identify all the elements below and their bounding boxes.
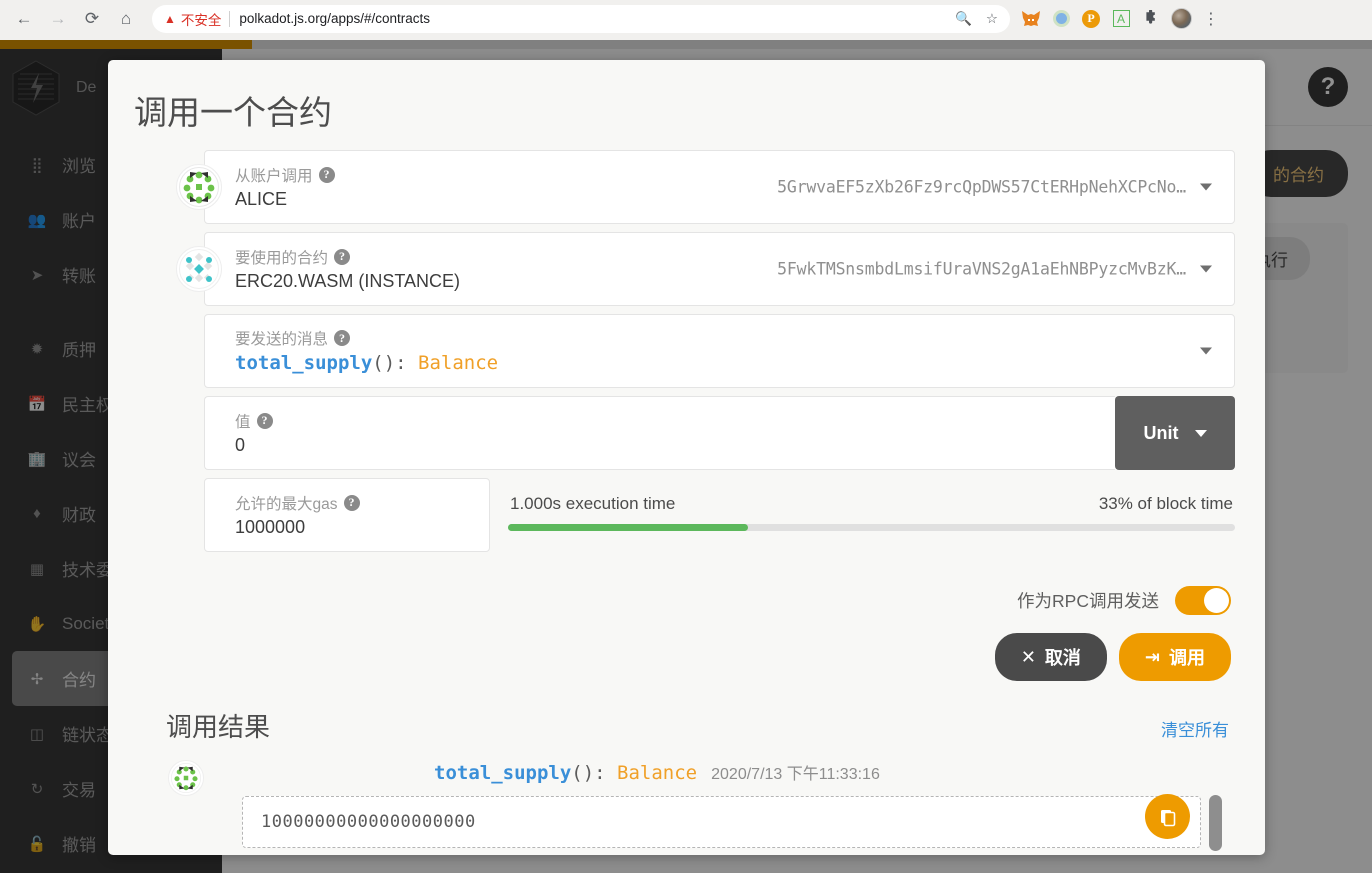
three-dots-menu-icon[interactable]: ⋮ <box>1196 4 1226 34</box>
result-identicon <box>168 760 204 796</box>
home-icon[interactable]: ⌂ <box>110 3 142 35</box>
help-icon[interactable]: ? <box>334 330 351 346</box>
polkadot-extension-icon[interactable]: P <box>1076 4 1106 34</box>
unit-label: Unit <box>1143 422 1179 443</box>
value-input[interactable]: 0 <box>235 435 1115 456</box>
toggle-knob <box>1204 588 1229 613</box>
extension-toolbar: P A ⋮ <box>1016 4 1226 34</box>
address-bar[interactable]: ▲ 不安全 polkadot.js.org/apps/#/contracts 🔍… <box>152 4 1010 33</box>
forward-icon[interactable]: → <box>42 3 74 35</box>
rpc-toggle-label: 作为RPC调用发送 <box>1017 591 1159 611</box>
gas-meter-labels: 1.000s execution time 33% of block time <box>508 494 1235 524</box>
copy-icon[interactable] <box>1145 794 1190 839</box>
call-results-title: 调用结果 <box>166 712 271 742</box>
value-label: 值 ? <box>235 410 1115 432</box>
cancel-button[interactable]: ✕ 取消 <box>994 633 1107 681</box>
omnibox-divider <box>229 10 231 27</box>
help-icon[interactable]: ? <box>256 412 273 429</box>
result-body: total_supply(): Balance 2020/7/13 下午11:3… <box>214 760 1233 851</box>
value-field[interactable]: 值 ? 0 <box>204 396 1115 470</box>
execution-time-label: 1.000s execution time <box>510 494 676 513</box>
rpc-toggle-switch[interactable] <box>1175 586 1231 615</box>
message-signature: total_supply(): Balance <box>235 352 1234 374</box>
chevron-down-icon[interactable] <box>1200 347 1212 355</box>
cancel-label: 取消 <box>1044 648 1081 668</box>
profile-avatar[interactable] <box>1166 4 1196 34</box>
from-account-row: 从账户调用 ? ALICE 5GrwvaEF5zXb26Fz9rcQpDWS57… <box>138 150 1235 224</box>
modal-actions: ✕ 取消 ⇥ 调用 <box>138 633 1235 681</box>
sign-in-arrow-icon: ⇥ <box>1144 646 1160 667</box>
contract-row: 要使用的合约 ? ERC20.WASM (INSTANCE) 5FwkTMSns… <box>138 232 1235 306</box>
url-text: polkadot.js.org/apps/#/contracts <box>239 11 430 26</box>
gas-label: 允许的最大gas ? <box>235 492 489 514</box>
clear-all-link[interactable]: 清空所有 <box>1161 716 1229 741</box>
gas-row: 允许的最大gas ? 1000000 1.000s execution time… <box>204 478 1235 552</box>
close-x-icon: ✕ <box>1020 646 1036 667</box>
browser-nav-buttons: ← → ⟳ ⌂ <box>0 3 142 35</box>
chevron-down-icon[interactable] <box>1200 183 1212 191</box>
chevron-down-icon[interactable] <box>1200 265 1212 273</box>
adblock-extension-icon[interactable]: A <box>1106 4 1136 34</box>
security-warning-label: 不安全 <box>180 12 222 28</box>
warning-triangle-icon: ▲ <box>164 11 176 26</box>
metamask-extension-icon[interactable] <box>1016 4 1046 34</box>
help-icon[interactable]: ? <box>318 166 335 183</box>
zoom-search-icon[interactable]: 🔍 <box>955 11 972 27</box>
from-account-address: 5GrwvaEF5zXb26Fz9rcQpDWS57CtERHpNehXCPcN… <box>777 177 1186 197</box>
result-row: total_supply(): Balance 2020/7/13 下午11:3… <box>140 760 1233 851</box>
message-label: 要发送的消息 ? <box>235 327 1234 349</box>
result-output-box[interactable]: 10000000000000000000 <box>242 794 1222 851</box>
call-label: 调用 <box>1169 648 1205 668</box>
modal-title: 调用一个合约 <box>134 94 332 131</box>
unit-dropdown[interactable]: Unit <box>1115 396 1235 470</box>
call-results-section: 调用结果 清空所有 total_supply(): Balance 2020/7… <box>138 707 1235 851</box>
gas-meter: 1.000s execution time 33% of block time <box>508 478 1235 552</box>
circle-extension-icon[interactable] <box>1046 4 1076 34</box>
contract-identicon <box>176 246 222 292</box>
result-scrollbar[interactable] <box>1209 795 1222 851</box>
contract-field[interactable]: 要使用的合约 ? ERC20.WASM (INSTANCE) 5FwkTMSns… <box>204 232 1235 306</box>
from-account-field[interactable]: 从账户调用 ? ALICE 5GrwvaEF5zXb26Fz9rcQpDWS57… <box>204 150 1235 224</box>
value-row: 值 ? 0 Unit <box>204 396 1235 470</box>
alice-identicon <box>176 164 222 210</box>
result-fn-parens: (): <box>571 762 618 784</box>
page-top-bar <box>252 40 1372 49</box>
result-timestamp: 2020/7/13 下午11:33:16 <box>711 766 880 783</box>
modal-body: 从账户调用 ? ALICE 5GrwvaEF5zXb26Fz9rcQpDWS57… <box>108 150 1265 851</box>
back-icon[interactable]: ← <box>8 3 40 35</box>
message-fn-name: total_supply <box>235 352 373 374</box>
contract-address: 5FwkTMSnsmbdLmsifUraVNS2gA1aEhNBPyzcMvBz… <box>777 259 1186 279</box>
call-contract-modal: 调用一个合约 从账户调用 ? ALICE 5GrwvaEF5zXb26Fz9rc… <box>108 60 1265 855</box>
chevron-down-icon <box>1194 429 1207 437</box>
gas-field[interactable]: 允许的最大gas ? 1000000 <box>204 478 490 552</box>
result-fn-name: total_supply <box>434 762 572 784</box>
help-icon[interactable]: ? <box>334 248 351 265</box>
block-time-label: 33% of block time <box>1098 494 1233 513</box>
result-output-value: 10000000000000000000 <box>261 812 476 832</box>
browser-toolbar: ← → ⟳ ⌂ ▲ 不安全 polkadot.js.org/apps/#/con… <box>0 0 1372 37</box>
gas-meter-fill <box>508 524 748 531</box>
call-button[interactable]: ⇥ 调用 <box>1118 633 1231 681</box>
page-loading-bar <box>0 40 252 49</box>
omnibox-right-icons: 🔍 ☆ <box>955 11 998 27</box>
message-fn-parens: (): <box>372 352 419 374</box>
puzzle-extensions-icon[interactable] <box>1136 4 1166 34</box>
rpc-toggle-row: 作为RPC调用发送 <box>138 586 1235 615</box>
result-signature: total_supply(): Balance <box>434 762 697 784</box>
star-icon[interactable]: ☆ <box>986 11 998 27</box>
call-results-header: 调用结果 清空所有 <box>140 707 1233 744</box>
gas-input[interactable]: 1000000 <box>235 517 489 538</box>
reload-icon[interactable]: ⟳ <box>76 3 108 35</box>
message-fn-type: Balance <box>418 352 499 374</box>
gas-meter-track <box>508 524 1235 531</box>
result-fn-type: Balance <box>617 762 698 784</box>
message-field[interactable]: 要发送的消息 ? total_supply(): Balance <box>204 314 1235 388</box>
result-header-line: total_supply(): Balance 2020/7/13 下午11:3… <box>214 760 1233 784</box>
tab-strip-underline <box>0 37 1372 49</box>
message-row: 要发送的消息 ? total_supply(): Balance <box>138 314 1235 388</box>
help-icon[interactable]: ? <box>343 494 360 511</box>
